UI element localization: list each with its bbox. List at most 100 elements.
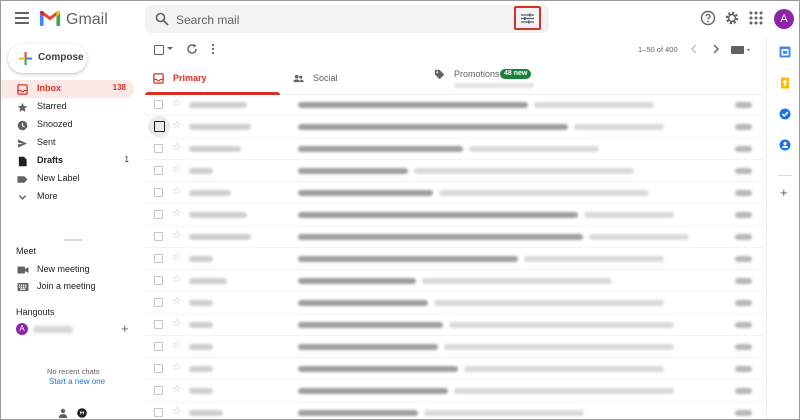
keyboard-input-icon[interactable]	[731, 45, 753, 55]
search-options-button[interactable]	[514, 6, 541, 30]
email-row[interactable]: ☆	[145, 270, 764, 292]
star-icon[interactable]: ☆	[172, 98, 181, 110]
chevron-right-icon[interactable]	[711, 43, 721, 55]
email-row[interactable]: ☆	[145, 380, 764, 402]
email-row[interactable]: ☆	[145, 204, 764, 226]
email-row[interactable]: ☆	[145, 336, 764, 358]
star-icon[interactable]: ☆	[172, 274, 181, 286]
star-icon[interactable]: ☆	[172, 318, 181, 330]
tab-primary[interactable]: Primary	[145, 63, 280, 95]
email-row[interactable]: ☆	[145, 138, 764, 160]
join-meeting-button[interactable]: Join a meeting	[1, 279, 137, 295]
chevron-left-icon[interactable]	[689, 43, 699, 55]
refresh-icon[interactable]	[186, 43, 198, 55]
divider	[778, 175, 792, 176]
snippet-blurred	[444, 344, 674, 350]
search-bar[interactable]: Search mail	[145, 5, 549, 33]
row-checkbox[interactable]	[154, 188, 163, 197]
calendar-icon[interactable]	[779, 46, 791, 58]
row-checkbox[interactable]	[154, 254, 163, 263]
email-row[interactable]: ☆	[145, 314, 764, 336]
row-checkbox[interactable]	[154, 364, 163, 373]
email-row[interactable]: ☆	[145, 248, 764, 270]
search-icon[interactable]	[155, 12, 169, 26]
date-blurred	[735, 256, 752, 262]
subject-blurred	[298, 388, 448, 394]
video-icon	[17, 266, 29, 274]
add-chat-icon[interactable]: +	[121, 322, 129, 335]
date-blurred	[735, 322, 752, 328]
keyboard-icon	[17, 283, 29, 291]
search-input[interactable]: Search mail	[176, 13, 239, 27]
meet-section-title: Meet	[16, 246, 37, 256]
sidebar-item-more[interactable]: More	[1, 188, 137, 206]
sidebar-item-inbox[interactable]: Inbox 138	[1, 80, 134, 98]
email-row[interactable]: ☆	[145, 182, 764, 204]
email-row[interactable]: ☆	[145, 116, 764, 138]
email-row[interactable]: ☆	[145, 94, 764, 116]
email-row[interactable]: ☆	[145, 226, 764, 248]
select-dropdown-icon[interactable]	[167, 47, 173, 50]
gear-icon[interactable]	[724, 10, 740, 26]
hangouts-user[interactable]: A	[16, 323, 136, 337]
more-vert-icon[interactable]	[211, 43, 215, 55]
email-row[interactable]: ☆	[145, 160, 764, 182]
row-checkbox[interactable]	[154, 121, 165, 132]
email-row[interactable]: ☆	[145, 402, 764, 419]
star-icon[interactable]: ☆	[172, 362, 181, 374]
star-icon[interactable]: ☆	[172, 186, 181, 198]
keep-icon[interactable]	[779, 77, 791, 89]
date-blurred	[735, 410, 752, 416]
row-checkbox[interactable]	[154, 320, 163, 329]
star-icon[interactable]: ☆	[172, 120, 181, 132]
star-icon[interactable]: ☆	[172, 164, 181, 176]
tab-promotions[interactable]: Promotions 48 new	[426, 63, 606, 94]
row-checkbox[interactable]	[154, 386, 163, 395]
email-row[interactable]: ☆	[145, 292, 764, 314]
row-checkbox[interactable]	[154, 100, 163, 109]
contacts-icon[interactable]	[779, 139, 791, 151]
main-menu-icon[interactable]	[15, 12, 29, 24]
row-checkbox[interactable]	[154, 144, 163, 153]
tasks-icon[interactable]	[779, 108, 791, 120]
select-all-checkbox[interactable]	[154, 45, 164, 55]
app-title: Gmail	[66, 11, 108, 28]
sidebar-item-snoozed[interactable]: Snoozed	[1, 116, 137, 134]
star-icon[interactable]: ☆	[172, 252, 181, 264]
row-checkbox[interactable]	[154, 210, 163, 219]
new-meeting-button[interactable]: New meeting	[1, 262, 137, 278]
mail-toolbar: 1–50 of 400	[145, 39, 765, 61]
apps-grid-icon[interactable]	[748, 10, 764, 26]
account-avatar[interactable]: A	[774, 9, 794, 29]
tab-social[interactable]: Social	[285, 63, 425, 94]
compose-button[interactable]: Compose	[8, 44, 87, 73]
sender-blurred	[189, 212, 247, 218]
row-checkbox[interactable]	[154, 408, 163, 417]
sidebar-item-starred[interactable]: Starred	[1, 98, 137, 116]
sidebar-item-new-label[interactable]: New Label	[1, 170, 137, 188]
promotions-preview-blurred	[454, 83, 534, 88]
get-addons-icon[interactable]: +	[780, 186, 788, 199]
star-icon[interactable]: ☆	[172, 296, 181, 308]
row-checkbox[interactable]	[154, 232, 163, 241]
row-checkbox[interactable]	[154, 166, 163, 175]
sidebar-item-label: Inbox	[37, 83, 61, 93]
star-icon[interactable]: ☆	[172, 406, 181, 418]
row-checkbox[interactable]	[154, 276, 163, 285]
start-new-chat-link[interactable]: Start a new one	[49, 377, 105, 386]
star-icon[interactable]: ☆	[172, 384, 181, 396]
row-checkbox[interactable]	[154, 342, 163, 351]
row-checkbox[interactable]	[154, 298, 163, 307]
email-row[interactable]: ☆	[145, 358, 764, 380]
hangouts-chat-icon[interactable]	[77, 408, 87, 418]
star-icon[interactable]: ☆	[172, 340, 181, 352]
help-icon[interactable]	[700, 10, 716, 26]
subject-blurred	[298, 234, 583, 240]
star-icon[interactable]: ☆	[172, 230, 181, 242]
sidebar-item-drafts[interactable]: Drafts 1	[1, 152, 137, 170]
sidebar-item-sent[interactable]: Sent	[1, 134, 137, 152]
star-icon[interactable]: ☆	[172, 208, 181, 220]
email-list: ☆ ☆ ☆ ☆ ☆ ☆ ☆ ☆ ☆ ☆ ☆ ☆ ☆ ☆ ☆	[145, 94, 764, 419]
star-icon[interactable]: ☆	[172, 142, 181, 154]
person-icon[interactable]	[58, 408, 68, 418]
